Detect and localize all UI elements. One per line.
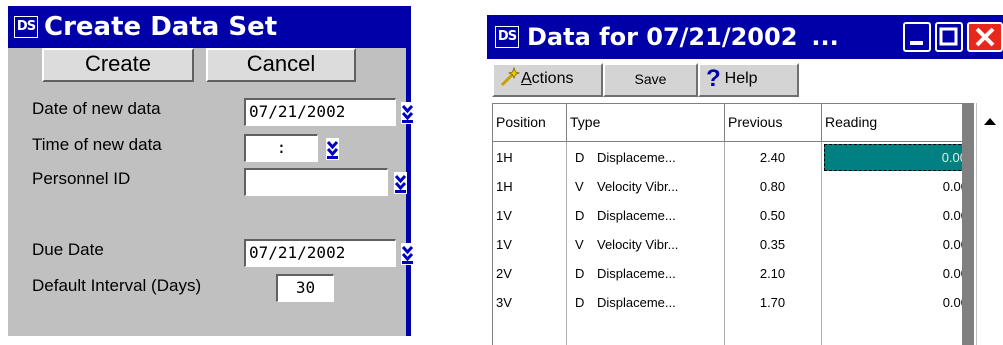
minimize-icon[interactable] — [903, 22, 931, 52]
toolbar: Actions Save ? Help — [487, 63, 1003, 97]
cell-previous[interactable]: 1.70 — [725, 288, 820, 317]
cell-type-name[interactable]: Displaceme... — [597, 143, 721, 172]
time-of-new-data-label: Time of new data — [32, 135, 162, 154]
grid-edge-strip — [962, 103, 974, 345]
cell-reading[interactable]: 0.00 — [824, 230, 968, 259]
column-header-position[interactable]: Position — [493, 104, 567, 142]
cell-previous[interactable]: 2.40 — [725, 143, 820, 172]
date-of-new-data-dropdown-icon[interactable] — [401, 102, 414, 124]
personnel-id-label: Personnel ID — [32, 169, 131, 188]
column-header-type[interactable]: Type — [567, 104, 725, 142]
cell-reading-selected[interactable]: 0.00 — [824, 144, 971, 171]
date-of-new-data-field[interactable]: 07/21/2002 — [244, 98, 396, 126]
cell-reading[interactable]: 0.00 — [824, 259, 968, 288]
cell-position[interactable]: 3V — [496, 288, 512, 317]
column-header-previous[interactable]: Previous — [725, 104, 822, 142]
cell-type-name[interactable]: Displaceme... — [597, 288, 721, 317]
create-data-set-titlebar[interactable]: DS Create Data Set — [8, 6, 411, 48]
time-of-new-data-field[interactable]: : — [244, 134, 318, 162]
cell-type-code[interactable]: D — [575, 201, 584, 230]
cell-reading[interactable]: 0.00 — [824, 288, 968, 317]
cell-position[interactable]: 1V — [496, 201, 512, 230]
due-date-field[interactable]: 07/21/2002 — [244, 239, 396, 267]
scroll-up-icon[interactable] — [983, 113, 997, 131]
cancel-button[interactable]: Cancel — [206, 48, 356, 82]
cell-type-code[interactable]: D — [575, 288, 584, 317]
due-date-dropdown-icon[interactable] — [401, 243, 414, 265]
actions-label: ctions — [531, 70, 574, 87]
actions-wand-icon — [500, 66, 521, 97]
help-label: Help — [724, 70, 758, 87]
cell-position[interactable]: 1H — [496, 143, 513, 172]
default-interval-label: Default Interval (Days) — [32, 276, 202, 295]
cell-type-name[interactable]: Velocity Vibr... — [597, 230, 721, 259]
vertical-scrollbar[interactable] — [976, 103, 1003, 345]
app-icon: DS — [495, 26, 519, 48]
cell-type-name[interactable]: Displaceme... — [597, 259, 721, 288]
cell-previous[interactable]: 0.35 — [725, 230, 820, 259]
actions-button[interactable]: Actions — [492, 63, 603, 97]
create-data-set-window: DS Create Data Set Create Cancel Date of… — [8, 6, 414, 336]
cell-previous[interactable]: 2.10 — [725, 259, 820, 288]
cell-position[interactable]: 2V — [496, 259, 512, 288]
help-question-icon: ? — [706, 65, 721, 92]
cell-type-name[interactable]: Velocity Vibr... — [597, 172, 721, 201]
data-window: DS Data for 07/21/2002 ... Actions Save … — [487, 15, 1003, 345]
data-window-title-ellipsis: ... — [811, 23, 839, 51]
due-date-label: Due Date — [32, 240, 104, 259]
cell-type-code[interactable]: D — [575, 259, 584, 288]
help-button[interactable]: ? Help — [698, 63, 799, 97]
readings-grid: Position Type Previous Reading 1H D Disp… — [492, 103, 973, 345]
time-of-new-data-dropdown-icon[interactable] — [326, 138, 339, 160]
column-divider — [821, 142, 822, 345]
data-window-title: Data for 07/21/2002 — [527, 23, 798, 51]
cell-position[interactable]: 1V — [496, 230, 512, 259]
cell-previous[interactable]: 0.80 — [725, 172, 820, 201]
save-button[interactable]: Save — [603, 63, 698, 97]
cell-type-code[interactable]: V — [575, 172, 584, 201]
cell-previous[interactable]: 0.50 — [725, 201, 820, 230]
cell-type-code[interactable]: V — [575, 230, 584, 259]
create-data-set-title: Create Data Set — [44, 12, 278, 42]
cell-type-code[interactable]: D — [575, 143, 584, 172]
column-header-reading[interactable]: Reading — [822, 104, 973, 142]
actions-mnemonic: A — [521, 70, 532, 87]
create-button[interactable]: Create — [42, 48, 194, 82]
app-icon: DS — [14, 16, 38, 38]
personnel-id-dropdown-icon[interactable] — [394, 172, 407, 194]
personnel-id-field[interactable] — [244, 168, 388, 196]
date-of-new-data-label: Date of new data — [32, 99, 161, 118]
maximize-icon[interactable] — [935, 22, 963, 52]
cell-reading[interactable]: 0.00 — [824, 172, 968, 201]
cell-position[interactable]: 1H — [496, 172, 513, 201]
cell-reading[interactable]: 0.00 — [824, 201, 968, 230]
default-interval-field[interactable]: 30 — [276, 274, 334, 302]
column-divider — [566, 142, 567, 345]
close-icon[interactable] — [967, 22, 1003, 52]
cell-type-name[interactable]: Displaceme... — [597, 201, 721, 230]
